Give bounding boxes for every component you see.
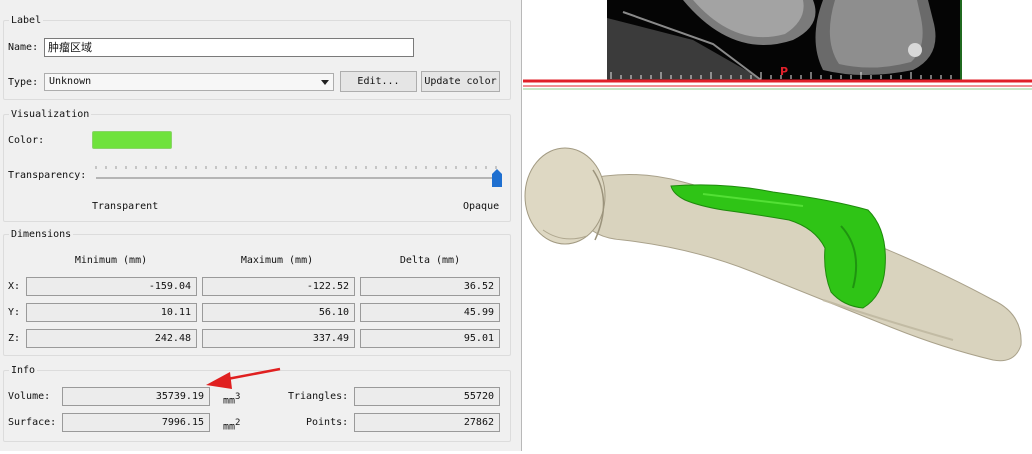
edit-button[interactable]: Edit... [340, 71, 417, 92]
y-min-field: 10.11 [26, 303, 197, 322]
points-label: Points: [306, 417, 349, 428]
triangles-label: Triangles: [288, 391, 349, 402]
surface-field: 7996.15 [62, 413, 210, 432]
volume-label: Volume: [8, 391, 51, 402]
y-delta-field: 45.99 [360, 303, 500, 322]
visualization-group-title: Visualization [9, 109, 92, 121]
x-max-field: -122.52 [202, 277, 355, 296]
viewer-area[interactable]: P [523, 0, 1032, 451]
volume-unit: mm3 [223, 390, 240, 408]
slider-max-label: Opaque [463, 201, 500, 212]
chevron-down-icon [321, 80, 329, 85]
surface-unit-exponent: 2 [235, 418, 241, 428]
axis-label-y: Y: [8, 307, 21, 318]
axis-label-z: Z: [8, 333, 21, 344]
slider-min-label: Transparent [92, 201, 159, 212]
type-select-value: Unknown [49, 76, 92, 87]
color-label: Color: [8, 135, 45, 146]
volume-unit-exponent: 3 [235, 392, 241, 402]
header-maximum: Maximum (mm) [240, 255, 314, 266]
ct-slice-view[interactable]: P [607, 0, 962, 81]
dimensions-group: Dimensions Minimum (mm) Maximum (mm) Del… [3, 229, 511, 356]
dimensions-group-title: Dimensions [9, 229, 74, 241]
update-color-button[interactable]: Update color [421, 71, 500, 92]
z-min-field: 242.48 [26, 329, 197, 348]
points-field: 27862 [354, 413, 500, 432]
type-select[interactable]: Unknown [44, 73, 334, 91]
femoral-head [524, 147, 606, 245]
label-group-title: Label [9, 15, 44, 27]
properties-panel: Label Name: 肿瘤区域 Type: Unknown Edit... U… [0, 0, 522, 451]
header-delta: Delta (mm) [399, 255, 461, 266]
name-input[interactable]: 肿瘤区域 [44, 38, 414, 57]
slider-handle[interactable] [492, 169, 502, 187]
x-min-field: -159.04 [26, 277, 197, 296]
transparency-slider[interactable] [92, 159, 504, 189]
slider-track [95, 166, 502, 187]
label-group: Label Name: 肿瘤区域 Type: Unknown Edit... U… [3, 15, 511, 100]
transparency-label: Transparency: [8, 170, 87, 181]
femur-3d-model[interactable] [524, 147, 1022, 362]
surface-unit-text: mm [223, 421, 236, 433]
y-max-field: 56.10 [202, 303, 355, 322]
triangles-field: 55720 [354, 387, 500, 406]
orientation-marker-p: P [780, 65, 788, 78]
header-minimum: Minimum (mm) [74, 255, 148, 266]
volume-unit-text: mm [223, 395, 236, 407]
visualization-group: Visualization Color: Transparency: Trans… [3, 109, 511, 222]
z-delta-field: 95.01 [360, 329, 500, 348]
volume-field: 35739.19 [62, 387, 210, 406]
z-max-field: 337.49 [202, 329, 355, 348]
name-label: Name: [8, 42, 39, 53]
info-group-title: Info [9, 365, 38, 377]
viewer-canvas[interactable]: P [523, 0, 1032, 451]
x-delta-field: 36.52 [360, 277, 500, 296]
surface-label: Surface: [8, 417, 57, 428]
type-label: Type: [8, 77, 39, 88]
axis-label-x: X: [8, 281, 21, 292]
surface-unit: mm2 [223, 416, 240, 434]
color-swatch[interactable] [92, 131, 172, 149]
info-group: Info Volume: 35739.19 mm3 Triangles: 557… [3, 365, 511, 442]
